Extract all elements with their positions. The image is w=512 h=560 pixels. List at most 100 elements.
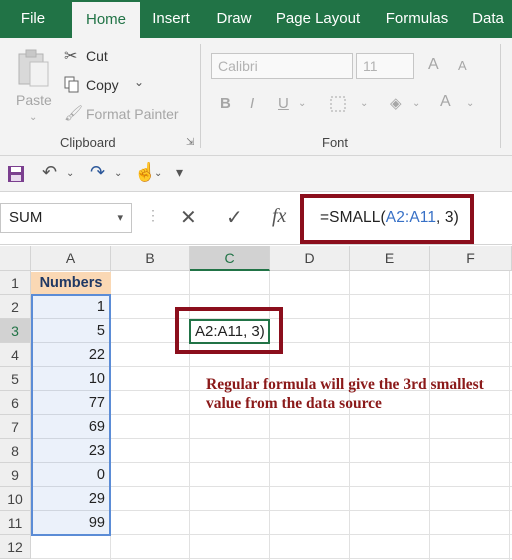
cut-label: Cut (86, 48, 108, 64)
active-cell-ref: A2:A11 (195, 323, 244, 340)
select-all-corner[interactable] (0, 246, 31, 271)
cell-value[interactable]: 29 (31, 487, 111, 511)
row-header[interactable]: 5 (0, 367, 31, 391)
active-cell-c3[interactable]: A2:A11, 3) (189, 319, 270, 344)
cell-value[interactable]: 23 (31, 439, 111, 463)
annotation-note: Regular formula will give the 3rd smalle… (206, 376, 484, 412)
tab-insert[interactable]: Insert (140, 0, 202, 38)
active-cell-suffix: , 3) (243, 323, 265, 340)
formula-input[interactable]: =SMALL(A2:A11, 3) (320, 209, 459, 227)
paste-button[interactable]: Paste ⌄ (12, 46, 56, 126)
cell-value[interactable]: 10 (31, 367, 111, 391)
fill-color-icon[interactable]: ◈ (390, 94, 402, 112)
tab-draw[interactable]: Draw (206, 0, 262, 38)
column-header-a[interactable]: A (31, 246, 111, 271)
quick-access-toolbar: ↶ ⌄ ↷ ⌄ ☝ ⌄ ▾ (0, 156, 512, 192)
tab-home[interactable]: Home (72, 2, 140, 38)
tab-file[interactable]: File (0, 0, 66, 38)
row-header[interactable]: 12 (0, 535, 31, 559)
row-header[interactable]: 8 (0, 439, 31, 463)
ribbon: Paste ⌄ ✂ Cut Copy ⌄ 🖌 Format Painter Cl… (0, 38, 512, 156)
cut-button[interactable]: ✂ Cut (64, 46, 144, 68)
chevron-down-icon[interactable]: ⌄ (154, 168, 162, 179)
redo-icon[interactable]: ↷ (90, 162, 105, 183)
borders-icon[interactable] (330, 96, 346, 112)
cell-a1-header[interactable]: Numbers (31, 272, 111, 295)
customize-toolbar-icon[interactable]: ▾ (176, 164, 183, 181)
copy-icon (64, 76, 79, 93)
font-size-combo[interactable]: 11 (356, 53, 414, 79)
chevron-down-icon[interactable]: ⌄ (114, 168, 122, 179)
row-header[interactable]: 1 (0, 271, 31, 295)
chevron-down-icon[interactable]: ⌄ (466, 98, 474, 109)
enter-icon[interactable]: ✓ (226, 205, 243, 230)
formula-suffix: , 3) (436, 209, 459, 226)
chevron-down-icon[interactable]: ⌄ (298, 98, 306, 109)
column-header-c[interactable]: C (190, 246, 270, 271)
cell-value[interactable]: 22 (31, 343, 111, 367)
row-header[interactable]: 9 (0, 463, 31, 487)
grow-font-button[interactable]: A (428, 56, 439, 74)
row-header[interactable]: 2 (0, 295, 31, 319)
chevron-down-icon[interactable]: ▾ (117, 204, 123, 232)
column-header-f[interactable]: F (430, 246, 512, 271)
font-name-combo[interactable]: Calibri (211, 53, 353, 79)
more-icon: ⋮ (146, 207, 160, 223)
dialog-launcher-icon[interactable]: ⇲ (186, 137, 194, 148)
cancel-icon[interactable]: ✕ (180, 205, 197, 230)
cell-value[interactable]: 77 (31, 391, 111, 415)
cell-value[interactable]: 0 (31, 463, 111, 487)
group-separator (500, 44, 501, 148)
cell-value[interactable]: 69 (31, 415, 111, 439)
bold-button[interactable]: B (220, 95, 231, 112)
gridline (349, 271, 350, 560)
gridline (31, 558, 512, 559)
underline-button[interactable]: U (278, 95, 289, 112)
column-header-e[interactable]: E (350, 246, 430, 271)
copy-label: Copy (86, 77, 119, 93)
name-box[interactable]: SUM ▾ (0, 203, 132, 233)
paste-label: Paste (16, 92, 52, 108)
row-header[interactable]: 7 (0, 415, 31, 439)
ribbon-tab-bar: File Home Insert Draw Page Layout Formul… (0, 0, 512, 38)
row-header[interactable]: 10 (0, 487, 31, 511)
undo-icon[interactable]: ↶ (42, 162, 57, 183)
clipboard-group-label: Clipboard (60, 135, 116, 150)
formula-bar: SUM ▾ ⋮ ✕ ✓ fx =SMALL(A2:A11, 3) (0, 193, 512, 245)
column-header-b[interactable]: B (111, 246, 190, 271)
font-color-button[interactable]: A (440, 93, 451, 111)
formula-range-ref: A2:A11 (385, 209, 437, 226)
chevron-down-icon: ⌄ (29, 112, 38, 123)
cell-value[interactable]: 99 (31, 511, 111, 535)
tab-formulas[interactable]: Formulas (374, 0, 460, 38)
formula-prefix: =SMALL( (320, 209, 386, 226)
clipboard-icon (18, 49, 49, 87)
italic-button[interactable]: I (250, 95, 254, 112)
shrink-font-button[interactable]: A (458, 58, 467, 73)
paintbrush-icon: 🖌 (64, 105, 84, 122)
row-header[interactable]: 4 (0, 343, 31, 367)
tab-page-layout[interactable]: Page Layout (266, 0, 370, 38)
insert-function-button[interactable]: fx (272, 205, 286, 228)
copy-button[interactable]: Copy ⌄ (64, 75, 154, 97)
row-header[interactable]: 3 (0, 319, 31, 343)
chevron-down-icon: ⌄ (134, 75, 145, 89)
format-painter-button[interactable]: 🖌 Format Painter (64, 104, 194, 126)
format-painter-label: Format Painter (86, 106, 179, 122)
scissors-icon: ✂ (64, 48, 78, 65)
name-box-value: SUM (9, 209, 43, 226)
row-header[interactable]: 6 (0, 391, 31, 415)
column-header-d[interactable]: D (270, 246, 350, 271)
chevron-down-icon[interactable]: ⌄ (412, 98, 420, 109)
row-header[interactable]: 11 (0, 511, 31, 535)
save-icon[interactable] (7, 165, 25, 183)
chevron-down-icon[interactable]: ⌄ (360, 98, 368, 109)
cell-value[interactable]: 1 (31, 295, 111, 319)
cell-value[interactable]: 5 (31, 319, 111, 343)
group-separator (200, 44, 201, 148)
gridline (509, 271, 510, 560)
font-group-label: Font (322, 135, 349, 150)
gridline (429, 271, 430, 560)
chevron-down-icon[interactable]: ⌄ (66, 168, 74, 179)
tab-data[interactable]: Data (464, 0, 512, 38)
